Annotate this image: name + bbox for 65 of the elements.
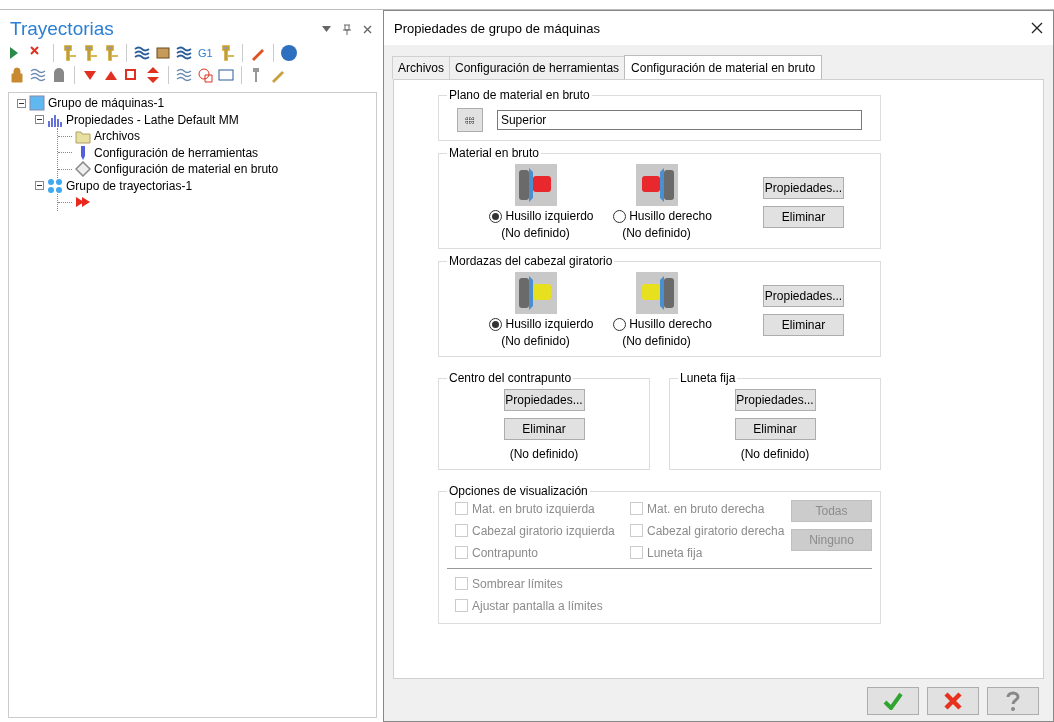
tab[interactable]: Archivos [392, 56, 450, 79]
collapse-icon[interactable] [35, 181, 44, 191]
folder-icon [75, 128, 91, 145]
wave-icon[interactable] [29, 66, 47, 84]
delete-button[interactable]: Eliminar [763, 206, 844, 228]
properties-button[interactable]: Propiedades... [763, 285, 844, 307]
radio-button[interactable]: Husillo izquierdo [489, 209, 594, 223]
radio-button[interactable]: Husillo derecho [613, 317, 712, 331]
status-text: (No definido) [501, 334, 570, 348]
properties-button[interactable]: Propiedades... [763, 177, 844, 199]
wave-icon[interactable] [175, 66, 193, 84]
dots-grid-icon [47, 177, 63, 194]
status-text: (No definido) [501, 226, 570, 240]
close-icon [944, 692, 962, 710]
status-text: (No definido) [622, 334, 691, 348]
panel-title: Trayectorias [10, 18, 114, 40]
group-title: Plano de material en bruto [448, 88, 591, 102]
dropdown-icon[interactable] [322, 26, 331, 32]
box-icon[interactable] [154, 44, 172, 62]
radio-button[interactable]: Husillo derecho [613, 209, 712, 223]
pin-icon[interactable] [343, 23, 351, 35]
tree-item[interactable]: Grupo de máquinas-1 [48, 96, 165, 111]
tab[interactable]: Configuración de material en bruto [624, 55, 823, 79]
wave-icon[interactable] [175, 44, 193, 62]
tree-item[interactable]: Grupo de trayectorias-1 [66, 178, 193, 193]
plane-select-button[interactable] [457, 108, 483, 132]
checkmark-icon [883, 692, 903, 710]
group-title: Luneta fija [679, 371, 737, 385]
tree-item[interactable]: Propiedades - Lathe Default MM [66, 112, 239, 127]
close-icon[interactable] [1031, 22, 1043, 34]
delete-button[interactable]: Eliminar [763, 314, 844, 336]
dialog-title: Propiedades de grupo de máquinas [394, 20, 600, 36]
properties-button[interactable]: Propiedades... [503, 389, 585, 411]
spindle-drawing [635, 164, 678, 206]
group-title: Opciones de visualización [448, 484, 589, 498]
toolbar-button[interactable]: G1 [196, 47, 215, 59]
group-title: Mordazas del cabezal giratorio [448, 254, 614, 268]
plane-field[interactable]: Superior [496, 110, 862, 130]
collapse-icon[interactable] [35, 115, 44, 125]
status-text: (No definido) [740, 447, 810, 461]
wave-icon[interactable] [133, 44, 151, 62]
stock-icon [75, 161, 91, 178]
group-title: Material en bruto [448, 146, 541, 160]
spindle-drawing [514, 164, 557, 206]
help-button[interactable] [987, 687, 1039, 715]
collapse-icon[interactable] [17, 98, 26, 108]
delete-button[interactable]: Eliminar [503, 418, 585, 440]
box-icon[interactable] [217, 66, 235, 84]
lock-icon[interactable] [8, 66, 26, 84]
spindle-drawing [514, 272, 557, 314]
radio-button[interactable]: Husillo izquierdo [489, 317, 594, 331]
properties-button[interactable]: Propiedades... [734, 389, 816, 411]
group-title: Centro del contrapunto [448, 371, 573, 385]
grid-icon [463, 115, 476, 125]
delete-button[interactable]: Eliminar [734, 418, 816, 440]
tree-item[interactable]: Archivos [94, 129, 140, 144]
double-arrow-icon [75, 196, 91, 209]
spindle-drawing [635, 272, 678, 314]
tree-item[interactable]: Configuración de herramientas [94, 145, 259, 160]
cancel-button[interactable] [927, 687, 979, 715]
status-text: (No definido) [509, 447, 579, 461]
tree-item[interactable]: Configuración de material en bruto [94, 162, 279, 177]
machine-group-icon [29, 95, 45, 112]
ok-button[interactable] [867, 687, 919, 715]
status-text: (No definido) [622, 226, 691, 240]
